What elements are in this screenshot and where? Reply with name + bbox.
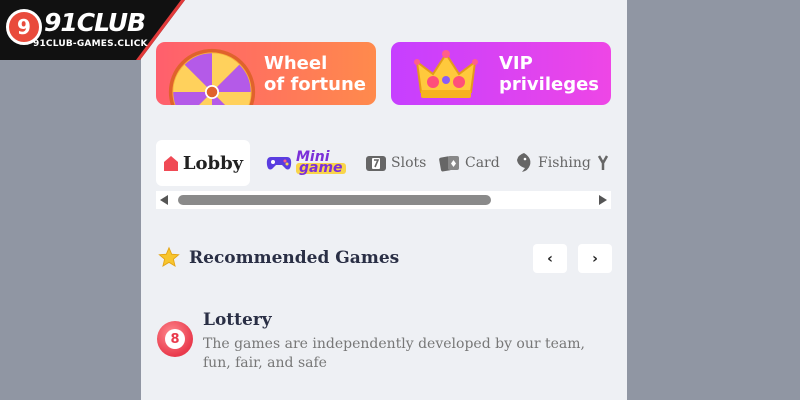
tab-more-partial[interactable] [597, 140, 615, 186]
vip-privileges-banner[interactable]: VIP privileges [391, 42, 611, 105]
tab-lobby-label: Lobby [182, 152, 244, 174]
cup-icon [597, 155, 609, 170]
crown-icon [414, 50, 478, 98]
scroll-left-arrow-icon[interactable] [160, 195, 168, 205]
tab-card-label: Card [465, 155, 500, 171]
game-category-tabs: Lobby Mini game Slots Card Fishing [156, 140, 611, 186]
lottery-description: The games are independently developed by… [203, 336, 585, 371]
tab-mini-game[interactable]: Mini game [266, 140, 346, 186]
tab-slots[interactable]: Slots [365, 140, 426, 186]
tab-fishing-label: Fishing [538, 155, 591, 171]
tab-lobby[interactable]: Lobby [156, 140, 250, 186]
chevron-right-icon: › [592, 250, 598, 267]
recommended-games-title: Recommended Games [189, 248, 400, 268]
house-icon [163, 155, 178, 171]
scrollbar-thumb[interactable] [178, 195, 491, 205]
lottery-ball-number: 8 [165, 329, 185, 349]
lottery-title[interactable]: Lottery [203, 310, 272, 330]
prev-button[interactable]: ‹ [533, 244, 567, 273]
next-button[interactable]: › [578, 244, 612, 273]
tab-card[interactable]: Card [439, 140, 500, 186]
cards-icon [439, 156, 459, 172]
fish-icon [517, 153, 531, 172]
scroll-right-arrow-icon[interactable] [599, 195, 607, 205]
gamepad-icon [266, 157, 292, 170]
site-logo[interactable]: 9 91CLUB 91CLUB-GAMES.CLICK [0, 0, 185, 60]
vip-banner-line2: privileges [499, 74, 600, 95]
tab-mini-label-bottom: game [296, 161, 346, 175]
lottery-ball-icon[interactable]: 8 [157, 321, 193, 357]
tab-fishing[interactable]: Fishing [514, 140, 591, 186]
wheel-banner-line2: of fortune [264, 74, 366, 95]
wheel-banner-line1: Wheel [264, 53, 328, 74]
tab-slots-label: Slots [391, 155, 427, 171]
slot-machine-icon [366, 156, 386, 171]
wheel-of-fortune-banner[interactable]: Wheel of fortune [156, 42, 376, 105]
logo-domain: 91CLUB-GAMES.CLICK [33, 39, 148, 49]
chevron-left-icon: ‹ [547, 250, 553, 267]
tabs-scrollbar[interactable] [156, 191, 611, 209]
star-icon [158, 246, 180, 267]
vip-banner-line1: VIP [499, 53, 533, 74]
logo-name: 91CLUB [44, 8, 146, 37]
